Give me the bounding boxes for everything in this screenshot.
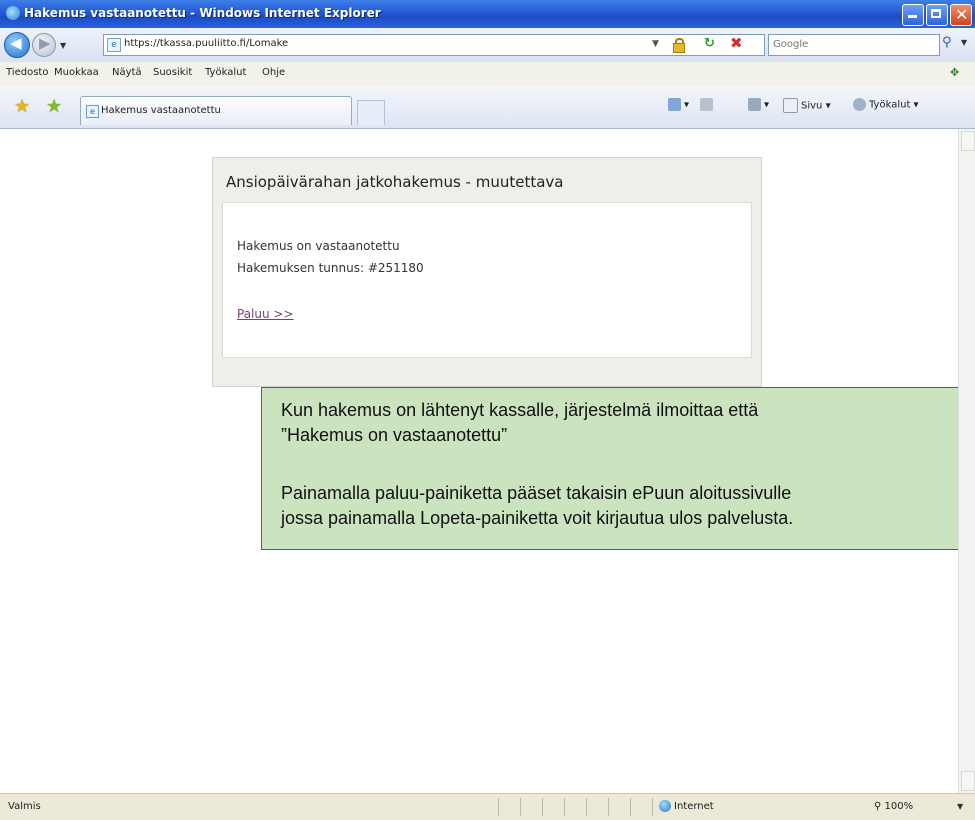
scroll-down-button[interactable] bbox=[961, 771, 975, 791]
page-menu-label: Sivu bbox=[801, 100, 823, 112]
stop-button[interactable]: ✖ bbox=[730, 34, 743, 52]
home-button[interactable]: ▾ bbox=[668, 98, 689, 111]
zoom-value: 100% bbox=[884, 801, 914, 812]
tab-bar: ★ ★ e Hakemus vastaanotettu ▾ ▾ Sivu ▾ T… bbox=[0, 86, 975, 129]
page-icon: e bbox=[86, 105, 99, 118]
feeds-button[interactable] bbox=[700, 98, 716, 111]
ie-logo-icon bbox=[6, 6, 20, 20]
close-button[interactable]: ✕ bbox=[950, 4, 972, 26]
application-id: Hakemuksen tunnus: #251180 bbox=[237, 261, 424, 275]
menu-favorites[interactable]: Suosikit bbox=[153, 67, 192, 78]
callout-line-4: jossa painamalla Lopeta-painiketta voit … bbox=[281, 508, 794, 528]
history-dropdown-button[interactable]: ▼ bbox=[60, 41, 66, 50]
panel-title: Ansiopäivärahan jatkohakemus - muutettav… bbox=[226, 173, 564, 191]
search-input[interactable] bbox=[773, 37, 923, 51]
menu-tools[interactable]: Työkalut bbox=[205, 67, 246, 78]
instruction-callout: Kun hakemus on lähtenyt kassalle, järjes… bbox=[261, 387, 971, 550]
tools-menu-label: Työkalut bbox=[869, 99, 911, 111]
close-icon: ✕ bbox=[955, 5, 969, 24]
translate-icon[interactable]: ✥ bbox=[950, 66, 959, 79]
maximize-button[interactable] bbox=[926, 4, 948, 26]
page-icon: e bbox=[107, 38, 121, 52]
status-divider bbox=[564, 798, 565, 816]
minimize-button[interactable] bbox=[902, 4, 924, 26]
menu-bar: Tiedosto Muokkaa Näytä Suosikit Työkalut… bbox=[0, 62, 975, 87]
search-field[interactable] bbox=[768, 34, 940, 56]
vertical-scrollbar[interactable] bbox=[958, 129, 975, 793]
status-divider bbox=[520, 798, 521, 816]
status-divider bbox=[542, 798, 543, 816]
tab-label: Hakemus vastaanotettu bbox=[101, 105, 221, 116]
lock-icon[interactable] bbox=[672, 37, 685, 53]
tab-current[interactable]: e Hakemus vastaanotettu bbox=[80, 96, 352, 125]
back-button[interactable]: ◀ bbox=[4, 32, 30, 58]
status-divider bbox=[608, 798, 609, 816]
url-text[interactable]: https://tkassa.puuliitto.fi/Lomake bbox=[124, 38, 288, 49]
printer-icon bbox=[748, 98, 761, 111]
minimize-icon bbox=[908, 15, 917, 18]
home-icon bbox=[668, 98, 681, 111]
search-icon[interactable]: ⚲ bbox=[942, 35, 952, 50]
maximize-icon bbox=[931, 9, 941, 18]
address-toolbar: ◀ ▶ ▼ e https://tkassa.puuliitto.fi/Loma… bbox=[0, 28, 975, 63]
received-message: Hakemus on vastaanotettu bbox=[237, 239, 400, 253]
menu-file[interactable]: Tiedosto bbox=[6, 67, 48, 78]
scroll-up-button[interactable] bbox=[961, 131, 975, 151]
address-field[interactable]: e https://tkassa.puuliitto.fi/Lomake ▼ ↻… bbox=[103, 34, 765, 56]
search-dropdown-icon[interactable]: ▼ bbox=[961, 38, 967, 47]
arrow-right-icon: ▶ bbox=[39, 34, 51, 52]
status-divider bbox=[630, 798, 631, 816]
callout-line-2: ”Hakemus on vastaanotettu” bbox=[281, 425, 508, 445]
menu-edit[interactable]: Muokkaa bbox=[54, 67, 99, 78]
status-text: Valmis bbox=[8, 801, 41, 812]
gear-icon bbox=[853, 98, 866, 111]
status-divider bbox=[586, 798, 587, 816]
callout-line-3: Painamalla paluu-painiketta pääset takai… bbox=[281, 483, 792, 503]
zone-label: Internet bbox=[674, 801, 714, 812]
security-zone[interactable]: Internet bbox=[659, 800, 714, 812]
rss-icon bbox=[700, 98, 713, 111]
title-bar[interactable]: Hakemus vastaanotettu - Windows Internet… bbox=[0, 0, 975, 28]
add-favorite-icon[interactable]: ★ bbox=[46, 96, 62, 117]
browser-window: Hakemus vastaanotettu - Windows Internet… bbox=[0, 0, 975, 820]
callout-line-1: Kun hakemus on lähtenyt kassalle, järjes… bbox=[281, 400, 759, 420]
status-divider bbox=[652, 798, 653, 816]
form-panel: Ansiopäivärahan jatkohakemus - muutettav… bbox=[212, 157, 762, 387]
page-icon bbox=[783, 98, 798, 113]
print-button[interactable]: ▾ bbox=[748, 98, 769, 111]
new-tab-button[interactable] bbox=[357, 100, 385, 125]
favorites-star-icon[interactable]: ★ bbox=[14, 96, 30, 117]
status-bar: Valmis Internet ⚲ 100% ▼ bbox=[0, 793, 975, 820]
menu-view[interactable]: Näytä bbox=[112, 67, 142, 78]
address-dropdown-icon[interactable]: ▼ bbox=[652, 39, 659, 49]
arrow-left-icon: ◀ bbox=[10, 34, 22, 52]
window-title: Hakemus vastaanotettu - Windows Internet… bbox=[24, 6, 381, 20]
tools-menu-button[interactable]: Työkalut ▾ bbox=[853, 98, 919, 111]
globe-icon bbox=[659, 800, 671, 812]
status-divider bbox=[498, 798, 499, 816]
refresh-button[interactable]: ↻ bbox=[704, 36, 715, 51]
menu-help[interactable]: Ohje bbox=[262, 67, 285, 78]
page-menu-button[interactable]: Sivu ▾ bbox=[783, 98, 831, 113]
forward-button[interactable]: ▶ bbox=[32, 33, 56, 57]
confirmation-box: Hakemus on vastaanotettu Hakemuksen tunn… bbox=[222, 202, 752, 358]
zoom-level[interactable]: ⚲ 100% bbox=[874, 801, 913, 812]
zoom-dropdown-icon[interactable]: ▼ bbox=[957, 802, 963, 811]
back-link[interactable]: Paluu >> bbox=[237, 307, 294, 321]
